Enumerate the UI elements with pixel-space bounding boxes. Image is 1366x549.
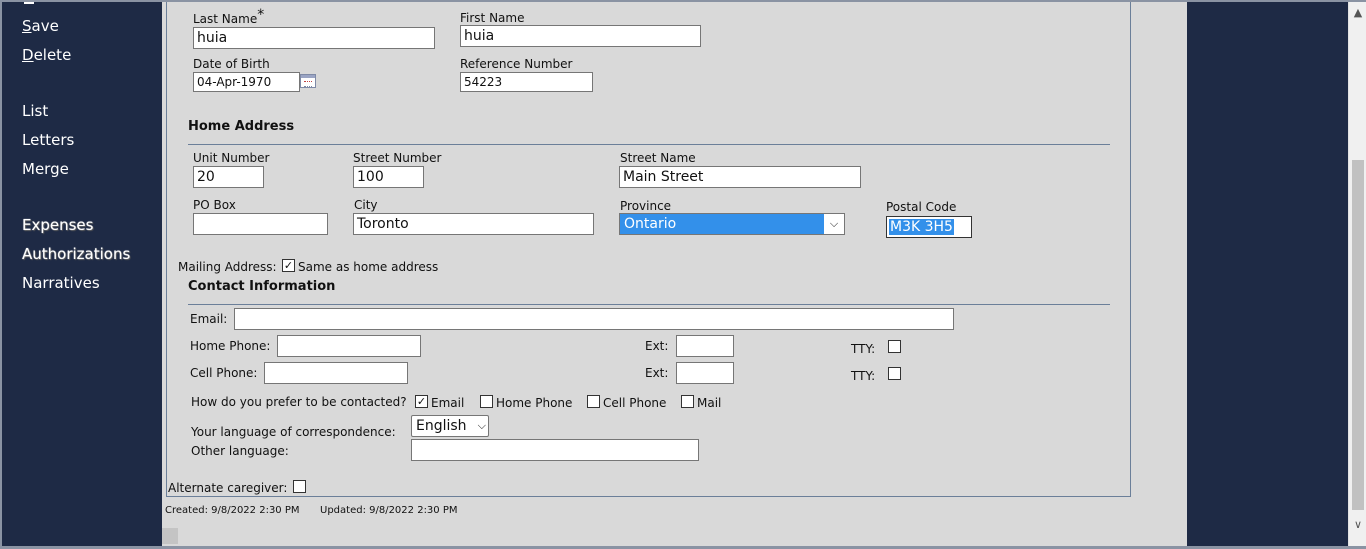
sidebar-item-delete[interactable]: Delete xyxy=(22,46,71,64)
home-address-heading: Home Address xyxy=(188,119,295,134)
email-field[interactable] xyxy=(234,308,954,330)
same-as-home-checkbox[interactable]: ✓ xyxy=(282,259,295,272)
cell-phone-label: Cell Phone: xyxy=(190,366,258,380)
cell-phone-ext-field[interactable] xyxy=(676,362,734,384)
pref-email-checkbox[interactable]: ✓ xyxy=(415,395,428,408)
po-box-field[interactable] xyxy=(193,213,328,235)
right-panel xyxy=(1187,2,1348,546)
first-name-field[interactable]: huia xyxy=(460,25,701,47)
updated-timestamp: Updated: 9/8/2022 2:30 PM xyxy=(320,505,458,516)
same-as-home-label: Same as home address xyxy=(298,260,439,274)
language-select[interactable]: English ⌵ xyxy=(411,415,489,437)
email-label: Email: xyxy=(190,312,228,326)
city-field[interactable]: Toronto xyxy=(353,213,594,235)
home-phone-ext-field[interactable] xyxy=(676,335,734,357)
home-phone-ext-label: Ext: xyxy=(645,339,669,353)
street-number-field[interactable]: 100 xyxy=(353,166,424,188)
province-label: Province xyxy=(620,199,672,213)
scrollbar-thumb[interactable] xyxy=(1352,160,1364,510)
vertical-scrollbar[interactable]: ▲ ∨ xyxy=(1348,2,1366,546)
language-value: English xyxy=(416,418,467,434)
reference-number-label: Reference Number xyxy=(460,57,573,71)
sidebar-item-list[interactable]: List xyxy=(22,102,48,120)
pref-home-phone-label: Home Phone xyxy=(496,396,573,410)
last-name-field[interactable]: huia xyxy=(193,27,435,49)
language-label: Your language of correspondence: xyxy=(191,425,396,439)
province-value: Ontario xyxy=(624,216,677,232)
home-address-divider xyxy=(188,144,1110,145)
sidebar-item-narratives[interactable]: Narratives xyxy=(22,274,100,292)
pref-email-label: Email xyxy=(431,396,465,410)
delete-accel: D xyxy=(22,46,34,64)
checkmark-icon: ✓ xyxy=(416,395,427,408)
save-rest: ave xyxy=(31,17,59,35)
pref-cell-phone-label: Cell Phone xyxy=(603,396,667,410)
dob-label: Date of Birth xyxy=(193,57,270,71)
home-tty-label: TTY: xyxy=(851,342,876,356)
scroll-up-icon[interactable]: ▲ xyxy=(1351,6,1365,20)
contact-preference-label: How do you prefer to be contacted? xyxy=(191,395,407,409)
sidebar-item-merge[interactable]: Merge xyxy=(22,160,69,178)
city-label: City xyxy=(354,198,378,212)
sidebar-top-indicator xyxy=(24,2,34,4)
save-accel: S xyxy=(22,17,32,35)
sidebar-item-expenses[interactable]: Expenses xyxy=(22,216,93,234)
pref-cell-phone-checkbox[interactable] xyxy=(587,395,600,408)
po-box-label: PO Box xyxy=(193,198,236,212)
last-name-label: Last Name* xyxy=(193,7,265,26)
unit-number-field[interactable]: 20 xyxy=(193,166,264,188)
other-language-label: Other language: xyxy=(191,444,289,458)
sidebar: Save Delete List Letters Merge Expenses … xyxy=(2,2,162,546)
dob-field[interactable]: 04-Apr-1970 xyxy=(193,72,300,92)
cell-phone-ext-label: Ext: xyxy=(645,366,669,380)
pref-mail-label: Mail xyxy=(697,396,722,410)
home-phone-field[interactable] xyxy=(277,335,421,357)
unit-number-label: Unit Number xyxy=(193,151,270,165)
other-language-field[interactable] xyxy=(411,439,699,461)
cell-tty-label: TTY: xyxy=(851,369,876,383)
sidebar-item-authorizations[interactable]: Authorizations xyxy=(22,245,130,263)
province-select[interactable]: Ontario ⌵ xyxy=(619,213,845,235)
postal-code-value: M3K 3H5 xyxy=(889,219,954,235)
cell-tty-checkbox[interactable] xyxy=(888,367,901,380)
postal-code-label: Postal Code xyxy=(886,200,957,214)
checkmark-icon: ✓ xyxy=(283,259,294,272)
home-tty-checkbox[interactable] xyxy=(888,340,901,353)
chevron-down-icon: ⌵ xyxy=(824,214,844,234)
pref-mail-checkbox[interactable] xyxy=(681,395,694,408)
cell-phone-field[interactable] xyxy=(264,362,408,384)
chevron-down-icon: ⌵ xyxy=(477,419,486,432)
alternate-caregiver-checkbox[interactable] xyxy=(293,480,306,493)
calendar-icon[interactable] xyxy=(300,74,316,88)
scroll-down-icon[interactable]: ∨ xyxy=(1351,518,1365,532)
alternate-caregiver-label: Alternate caregiver: xyxy=(168,481,288,495)
contact-info-heading: Contact Information xyxy=(188,279,336,294)
delete-rest: elete xyxy=(33,46,72,64)
created-timestamp: Created: 9/8/2022 2:30 PM xyxy=(165,505,300,516)
street-name-label: Street Name xyxy=(620,151,696,165)
first-name-label: First Name xyxy=(460,11,525,25)
required-mark: * xyxy=(257,7,265,23)
sidebar-item-save[interactable]: Save xyxy=(22,17,59,35)
home-phone-label: Home Phone: xyxy=(190,339,271,353)
contact-divider xyxy=(188,304,1110,305)
sidebar-item-letters[interactable]: Letters xyxy=(22,131,74,149)
reference-number-field[interactable]: 54223 xyxy=(460,72,593,92)
street-number-label: Street Number xyxy=(353,151,442,165)
street-name-field[interactable]: Main Street xyxy=(619,166,861,188)
mailing-address-label: Mailing Address: xyxy=(178,260,277,274)
postal-code-field[interactable]: M3K 3H5 xyxy=(886,216,972,238)
pref-home-phone-checkbox[interactable] xyxy=(480,395,493,408)
bottom-corner-block xyxy=(162,528,178,544)
